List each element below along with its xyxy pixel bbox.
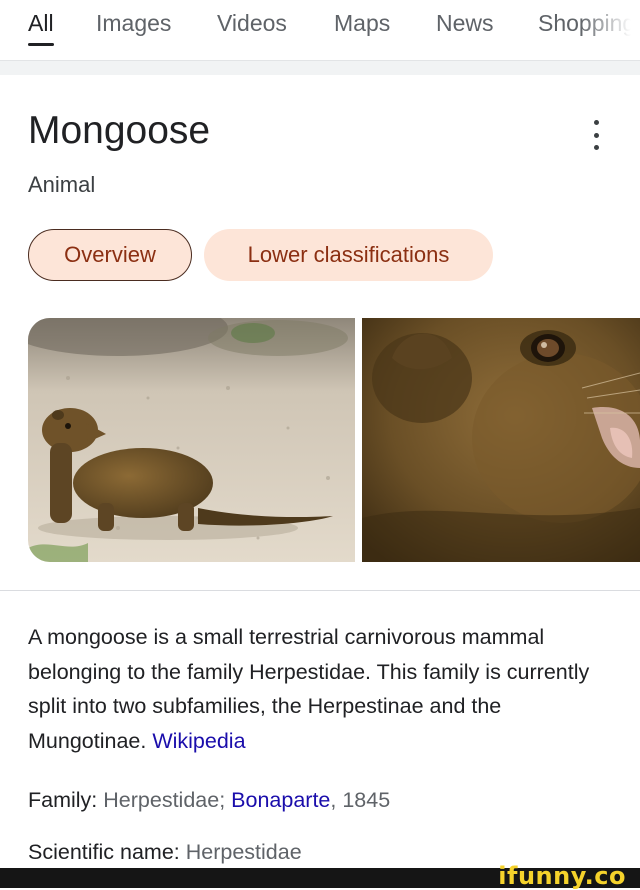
tab-all[interactable]: All: [28, 10, 54, 37]
fact-family-year: , 1845: [330, 788, 391, 812]
mongoose-face-closeup-illustration: [362, 318, 640, 562]
mongoose-image-2[interactable]: [362, 318, 640, 562]
panel-subtitle: Animal: [28, 172, 96, 197]
chip-lower-classifications-label: Lower classifications: [247, 242, 450, 267]
bonaparte-link[interactable]: Bonaparte: [231, 788, 330, 812]
panel-description: A mongoose is a small terrestrial carniv…: [28, 620, 618, 758]
section-separator: [0, 60, 640, 75]
description-text: A mongoose is a small terrestrial carniv…: [28, 625, 590, 753]
mongoose-on-sand-illustration: [28, 318, 355, 562]
tab-news[interactable]: News: [436, 10, 494, 37]
search-tabs-bar: All Images Videos Maps News Shopping: [0, 0, 640, 60]
wikipedia-link[interactable]: Wikipedia: [152, 729, 245, 753]
fact-family: Family: Herpestidae; Bonaparte, 1845: [28, 788, 390, 813]
fact-scientific-name-value: Herpestidae: [185, 840, 302, 864]
fact-family-value: Herpestidae;: [103, 788, 226, 812]
chip-overview-label: Overview: [64, 242, 156, 267]
watermark-bar: ifunny.co: [0, 862, 640, 890]
fact-family-label: Family:: [28, 788, 98, 812]
ifunny-watermark: ifunny.co: [498, 862, 626, 890]
panel-title: Mongoose: [28, 109, 211, 152]
chip-lower-classifications[interactable]: Lower classifications: [204, 229, 493, 281]
divider: [0, 590, 640, 591]
tab-shopping[interactable]: Shopping: [538, 10, 635, 37]
fact-scientific-name: Scientific name: Herpestidae: [28, 840, 302, 865]
active-tab-indicator: [28, 43, 54, 46]
tab-images[interactable]: Images: [96, 10, 171, 37]
mongoose-image-1[interactable]: [28, 318, 355, 562]
tab-videos[interactable]: Videos: [217, 10, 287, 37]
tab-maps[interactable]: Maps: [334, 10, 390, 37]
chip-overview[interactable]: Overview: [28, 229, 192, 281]
more-vert-icon[interactable]: [584, 120, 608, 150]
fact-scientific-name-label: Scientific name:: [28, 840, 180, 864]
